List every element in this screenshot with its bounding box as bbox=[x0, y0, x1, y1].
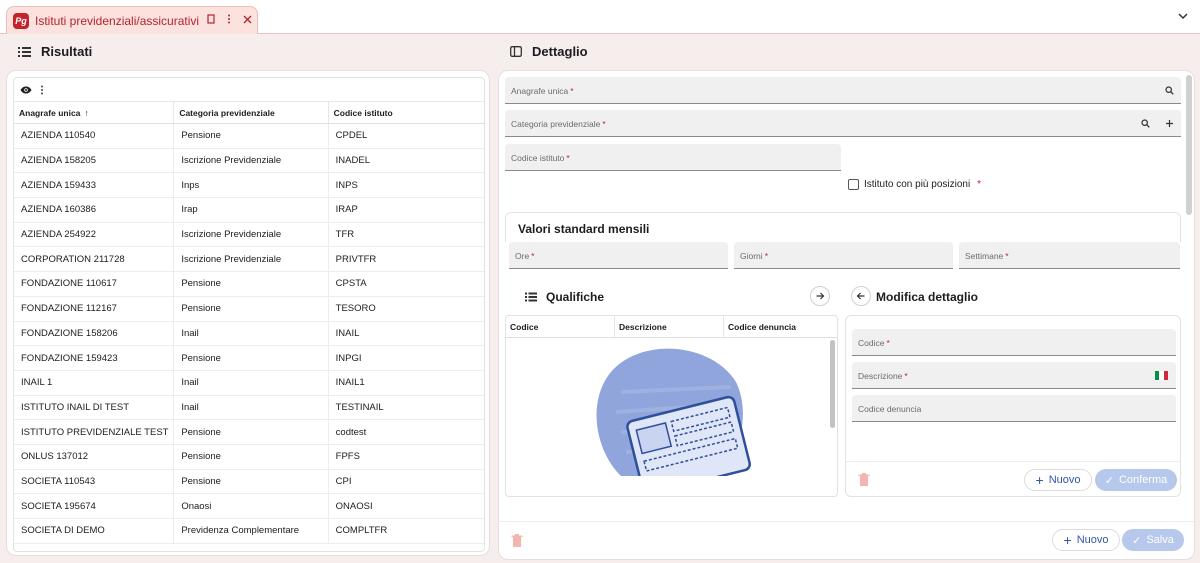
column-header-codice-denuncia[interactable]: Codice denuncia bbox=[724, 316, 837, 337]
qualifiche-header: Qualifiche bbox=[525, 290, 604, 304]
trash-icon[interactable] bbox=[858, 473, 870, 487]
qualifiche-table-header: Codice Descrizione Codice denuncia bbox=[506, 316, 837, 338]
bookmark-icon[interactable] bbox=[205, 14, 217, 27]
table-row[interactable]: AZIENDA 160386 Irap IRAP bbox=[14, 198, 484, 223]
table-body: AZIENDA 110540 Pensione CPDEL AZIENDA 1582… bbox=[14, 124, 484, 544]
results-table: Anagrafe unica ↑ Categoria previdenziale… bbox=[13, 77, 485, 552]
search-icon[interactable] bbox=[1161, 82, 1177, 98]
more-vert-icon[interactable] bbox=[40, 85, 44, 95]
table-row[interactable]: SOCIETA 110543 Pensione CPI bbox=[14, 469, 484, 495]
column-header-anagrafe[interactable]: Anagrafe unica ↑ bbox=[14, 102, 175, 123]
descrizione-field[interactable]: Descrizione * bbox=[852, 362, 1176, 389]
valori-standard-section: Valori standard mensili bbox=[505, 212, 1181, 242]
codice-denuncia-field[interactable]: Codice denuncia bbox=[852, 395, 1176, 422]
plus-icon: + bbox=[1063, 532, 1072, 548]
table-row[interactable]: AZIENDA 254922 Iscrizione Previdenziale TF… bbox=[14, 222, 484, 248]
settimane-field[interactable]: Settimane * bbox=[959, 242, 1180, 269]
main-area: Risultati Dettaglio Anagrafe unica ↑ Cat… bbox=[0, 34, 1200, 563]
table-toolbar bbox=[14, 78, 484, 102]
check-icon: ✓ bbox=[1104, 474, 1114, 487]
results-title: Risultati bbox=[41, 44, 93, 59]
list-icon bbox=[18, 47, 31, 57]
table-row[interactable]: FONDAZIONE 159423 Pensione INPGI bbox=[14, 346, 484, 371]
table-row[interactable]: ISTITUTO PREVIDENZIALE TEST Pensione codte… bbox=[14, 420, 484, 445]
column-header-categoria[interactable]: Categoria previdenziale bbox=[174, 102, 329, 123]
panel-icon[interactable] bbox=[510, 46, 522, 57]
plus-icon: + bbox=[1035, 472, 1044, 488]
tab-istituti[interactable]: Pg Istituti previdenziali/assicurativi bbox=[6, 6, 258, 34]
italian-flag-icon[interactable] bbox=[1155, 371, 1168, 380]
column-header-codice[interactable]: Codice bbox=[506, 316, 615, 337]
table-row[interactable]: SOCIETA DI DEMO Previdenza Complementare C… bbox=[14, 519, 484, 544]
check-icon: ✓ bbox=[1132, 534, 1142, 547]
chevron-down-icon[interactable] bbox=[1176, 9, 1190, 23]
qualifiche-scrollbar[interactable] bbox=[830, 340, 835, 428]
empty-state-illustration bbox=[596, 348, 751, 476]
anagrafe-field[interactable]: Anagrafe unica * bbox=[505, 77, 1181, 104]
detail-title: Dettaglio bbox=[532, 44, 588, 59]
app-logo: Pg bbox=[13, 12, 29, 29]
column-header-descrizione[interactable]: Descrizione bbox=[615, 316, 724, 337]
results-header: Risultati bbox=[18, 44, 92, 59]
table-row[interactable]: CORPORATION 211728 Iscrizione Previdenzia… bbox=[14, 247, 484, 273]
column-header-codice[interactable]: Codice istituto bbox=[329, 102, 484, 123]
modifica-footer: + Nuovo ✓ Conferma bbox=[846, 461, 1180, 497]
valori-standard-title: Valori standard mensili bbox=[518, 222, 650, 236]
sort-up-icon[interactable]: ↑ bbox=[84, 108, 88, 118]
list-icon bbox=[525, 292, 537, 302]
search-icon[interactable] bbox=[1137, 115, 1153, 131]
nuovo-qualifica-button[interactable]: + Nuovo bbox=[1024, 469, 1092, 491]
codice-field[interactable]: Codice * bbox=[852, 329, 1176, 356]
table-row[interactable]: SOCIETA 195674 Onaosi ONAOSI bbox=[14, 494, 484, 519]
tab-title: Istituti previdenziali/assicurativi bbox=[35, 13, 200, 28]
results-card: Anagrafe unica ↑ Categoria previdenziale… bbox=[6, 70, 490, 556]
detail-header: Dettaglio bbox=[510, 44, 588, 59]
table-row[interactable]: INAIL 1 Inail INAIL1 bbox=[14, 370, 484, 396]
scroll-thumb[interactable] bbox=[1186, 75, 1192, 215]
table-row[interactable]: ONLUS 137012 Pensione FPFS bbox=[14, 444, 484, 470]
more-vert-icon[interactable] bbox=[223, 14, 235, 27]
conferma-button[interactable]: ✓ Conferma bbox=[1095, 469, 1177, 491]
tab-strip: Pg Istituti previdenziali/assicurativi bbox=[0, 0, 1200, 34]
qualifiche-title: Qualifiche bbox=[546, 290, 605, 304]
trash-icon[interactable] bbox=[511, 534, 523, 548]
arrow-right-icon[interactable] bbox=[810, 286, 830, 306]
table-row[interactable]: FONDAZIONE 158206 Inail INAIL bbox=[14, 321, 484, 347]
table-row[interactable]: AZIENDA 110540 Pensione CPDEL bbox=[14, 124, 484, 149]
codice-istituto-field[interactable]: Codice istituto * bbox=[505, 144, 841, 171]
add-icon[interactable] bbox=[1161, 115, 1177, 131]
table-row[interactable]: AZIENDA 159433 Inps INPS bbox=[14, 173, 484, 199]
modifica-title: Modifica dettaglio bbox=[876, 290, 978, 304]
table-row[interactable]: ISTITUTO INAIL DI TEST Inail TESTINAIL bbox=[14, 395, 484, 421]
nuovo-button[interactable]: + Nuovo bbox=[1052, 529, 1120, 551]
piu-posizioni-checkbox[interactable]: Istituto con più posizioni * bbox=[848, 179, 981, 190]
eye-icon[interactable] bbox=[20, 86, 32, 94]
arrow-left-icon[interactable] bbox=[851, 286, 871, 306]
table-row[interactable]: FONDAZIONE 110617 Pensione CPSTA bbox=[14, 272, 484, 297]
table-row[interactable]: AZIENDA 158205 Iscrizione Previdenziale IN… bbox=[14, 148, 484, 174]
detail-card: Anagrafe unica * Categoria previdenziale *… bbox=[498, 70, 1195, 560]
categoria-field[interactable]: Categoria previdenziale * bbox=[505, 110, 1181, 137]
modifica-header: Modifica dettaglio bbox=[876, 290, 978, 304]
table-row[interactable]: FONDAZIONE 112167 Pensione TESORO bbox=[14, 296, 484, 322]
detail-footer: + Nuovo ✓ Salva bbox=[499, 521, 1194, 559]
ore-field[interactable]: Ore * bbox=[509, 242, 728, 269]
salva-button[interactable]: ✓ Salva bbox=[1122, 529, 1184, 551]
giorni-field[interactable]: Giorni * bbox=[734, 242, 953, 269]
table-header: Anagrafe unica ↑ Categoria previdenziale… bbox=[14, 102, 484, 124]
modifica-dettaglio-card: Codice * Descrizione * Codice denuncia + N… bbox=[845, 315, 1181, 497]
qualifiche-table: Codice Descrizione Codice denuncia bbox=[505, 315, 838, 497]
detail-scrollbar[interactable] bbox=[1182, 71, 1194, 521]
checkbox[interactable] bbox=[848, 179, 859, 190]
close-icon[interactable] bbox=[241, 15, 253, 27]
